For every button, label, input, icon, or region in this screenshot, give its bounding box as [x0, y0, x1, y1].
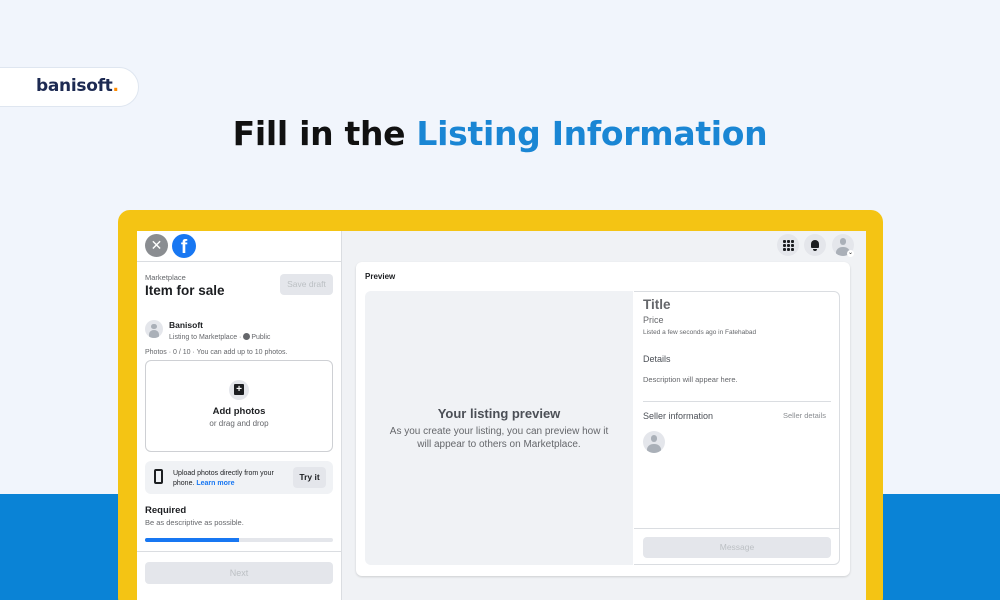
required-hint: Be as descriptive as possible. — [145, 518, 244, 527]
page-headline: Fill in the Listing Information — [232, 114, 768, 153]
preview-placeholder-desc: As you create your listing, you can prev… — [389, 426, 609, 450]
divider — [137, 551, 342, 552]
try-it-button[interactable]: Try it — [293, 467, 326, 488]
listing-audience: Listing to Marketplace · Public — [169, 333, 271, 341]
breadcrumb[interactable]: Marketplace — [145, 273, 186, 282]
add-photo-icon — [229, 380, 249, 400]
brand-logo: banisoft. — [36, 76, 119, 96]
preview-title: Title — [643, 297, 671, 312]
drag-drop-hint: or drag and drop — [209, 419, 269, 428]
message-button[interactable]: Message — [643, 537, 831, 558]
preview-placeholder-title: Your listing preview — [437, 406, 561, 421]
description-placeholder: Description will appear here. — [643, 375, 738, 384]
chevron-down-icon[interactable]: ⌄ — [847, 250, 854, 257]
phone-upload-text: Upload photos directly from your phone. … — [173, 470, 274, 487]
grid-icon[interactable] — [777, 234, 799, 256]
learn-more-link[interactable]: Learn more — [196, 480, 234, 487]
divider — [643, 401, 831, 402]
globe-icon — [243, 333, 251, 340]
details-heading: Details — [643, 354, 671, 364]
avatar — [145, 320, 163, 338]
photos-hint: Photos · 0 / 10 · You can add up to 10 p… — [145, 349, 288, 356]
progress-bar — [145, 538, 333, 542]
progress-fill — [145, 538, 239, 542]
required-heading: Required — [145, 505, 187, 516]
seller-details-link[interactable]: Seller details — [783, 411, 826, 420]
save-draft-button[interactable]: Save draft — [280, 274, 333, 295]
user-name: Banisoft — [169, 320, 203, 330]
page-title: Item for sale — [145, 283, 225, 298]
facebook-logo-icon[interactable]: f — [172, 234, 196, 258]
divider — [137, 261, 342, 262]
seller-info-heading: Seller information — [643, 411, 714, 421]
close-icon[interactable]: ✕ — [145, 234, 168, 257]
phone-icon — [154, 469, 163, 484]
bell-icon[interactable] — [804, 234, 826, 256]
seller-avatar — [643, 431, 665, 453]
preview-label: Preview — [365, 272, 396, 281]
divider — [634, 528, 840, 529]
preview-price: Price — [643, 315, 664, 325]
next-button[interactable]: Next — [145, 562, 333, 584]
preview-listed-time: Listed a few seconds ago in Fatehabad — [643, 329, 757, 336]
add-photos-label: Add photos — [212, 406, 266, 417]
